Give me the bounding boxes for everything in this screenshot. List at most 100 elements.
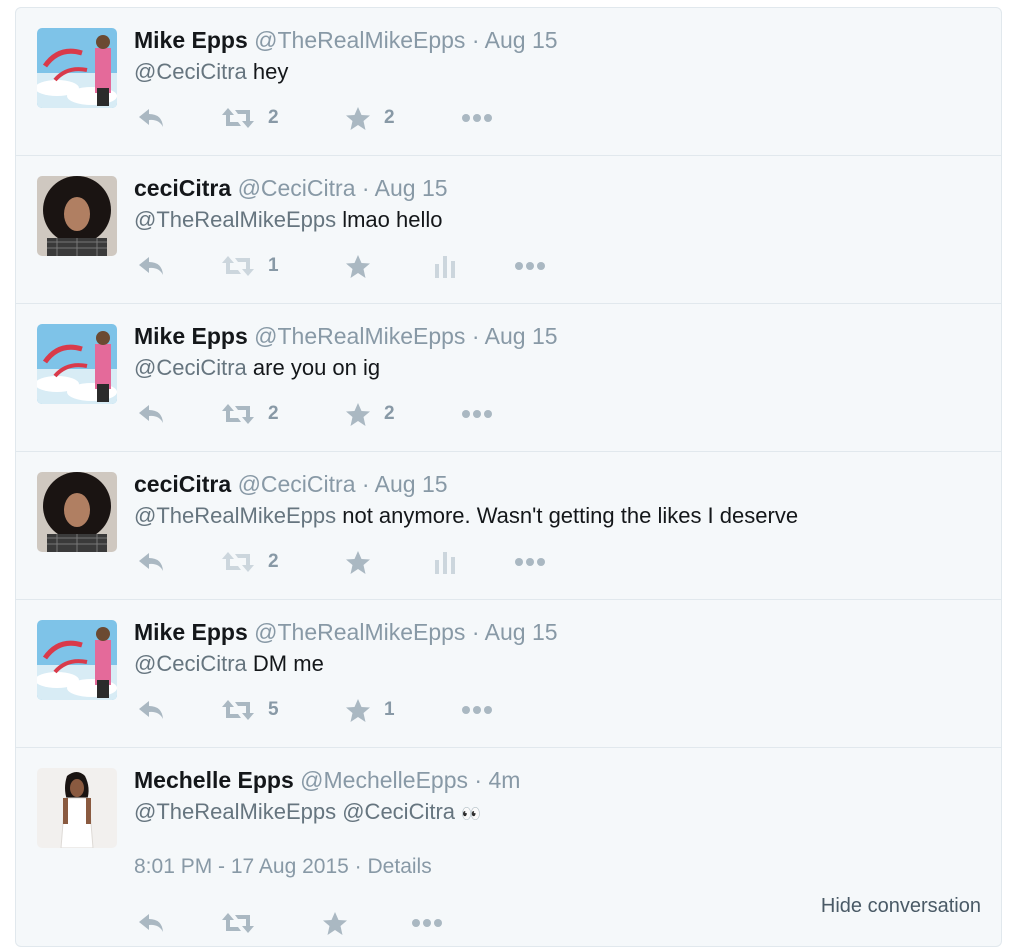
tweet-text: @TheRealMikeEpps not anymore. Wasn't get…: [134, 501, 981, 531]
mention-link[interactable]: @CeciCitra: [134, 59, 247, 84]
reply-button[interactable]: [137, 547, 165, 577]
reply-button[interactable]: [137, 908, 165, 938]
retweet-button[interactable]: 2: [221, 547, 279, 577]
reply-button[interactable]: [137, 103, 165, 133]
favorite-button[interactable]: [322, 908, 348, 938]
avatar[interactable]: [37, 324, 117, 404]
more-button[interactable]: [461, 695, 493, 725]
separator: ·: [361, 471, 370, 497]
hide-conversation-link[interactable]: Hide conversation: [821, 895, 981, 918]
more-button[interactable]: [461, 399, 493, 429]
reply-icon: [139, 553, 163, 571]
more-button[interactable]: [514, 251, 546, 281]
retweet-icon: [222, 913, 254, 933]
timestamp[interactable]: 4m: [488, 767, 520, 793]
tweet-actions: 2 2: [134, 399, 634, 429]
tweet-text: @CeciCitra hey: [134, 57, 981, 87]
display-name[interactable]: Mike Epps: [134, 619, 248, 645]
more-ellipsis-icon: [515, 558, 545, 566]
tweet[interactable]: Mike Epps @TheRealMikeEpps · Aug 15 @Cec…: [16, 600, 1001, 748]
retweet-button[interactable]: 1: [221, 251, 279, 281]
retweet-count: 2: [268, 551, 279, 572]
tweet-body: lmao hello: [342, 207, 443, 232]
retweet-icon: [222, 404, 254, 424]
tweet-actions: [134, 908, 634, 938]
focused-tweet[interactable]: Mechelle Epps @MechelleEpps · 4m @TheRea…: [16, 748, 1001, 948]
mention-link[interactable]: @CeciCitra: [342, 799, 455, 824]
retweet-button[interactable]: 2: [221, 103, 279, 133]
analytics-icon: [435, 256, 455, 278]
tweet[interactable]: Mike Epps @TheRealMikeEpps · Aug 15 @Cec…: [16, 304, 1001, 452]
conversation-timeline: Mike Epps @TheRealMikeEpps · Aug 15 @Cec…: [15, 7, 1002, 947]
favorite-button[interactable]: [345, 251, 371, 281]
display-name[interactable]: ceciCitra: [134, 471, 231, 497]
username[interactable]: @TheRealMikeEpps: [254, 323, 465, 349]
favorite-button[interactable]: 2: [345, 399, 395, 429]
reply-button[interactable]: [137, 251, 165, 281]
username[interactable]: @CeciCitra: [238, 471, 356, 497]
tweet-body: hey: [252, 59, 289, 84]
username[interactable]: @TheRealMikeEpps: [254, 27, 465, 53]
timestamp[interactable]: Aug 15: [375, 175, 448, 201]
display-name[interactable]: Mike Epps: [134, 323, 248, 349]
full-timestamp[interactable]: 8:01 PM - 17 Aug 2015: [134, 855, 349, 878]
more-button[interactable]: [514, 547, 546, 577]
reply-button[interactable]: [137, 695, 165, 725]
reply-button[interactable]: [137, 399, 165, 429]
timestamp[interactable]: Aug 15: [485, 27, 558, 53]
avatar[interactable]: [37, 28, 117, 108]
more-button[interactable]: [461, 103, 493, 133]
separator: ·: [354, 855, 362, 878]
more-ellipsis-icon: [462, 114, 492, 122]
retweet-count: 2: [268, 107, 279, 128]
timestamp[interactable]: Aug 15: [485, 619, 558, 645]
timestamp[interactable]: Aug 15: [485, 323, 558, 349]
avatar[interactable]: [37, 620, 117, 700]
retweet-count: 5: [268, 699, 279, 720]
mention-link[interactable]: @TheRealMikeEpps: [134, 503, 336, 528]
mention-link[interactable]: @TheRealMikeEpps: [134, 799, 336, 824]
favorite-count: 1: [384, 699, 395, 720]
retweet-button[interactable]: 2: [221, 399, 279, 429]
avatar[interactable]: [37, 472, 117, 552]
tweet[interactable]: ceciCitra @CeciCitra · Aug 15 @TheRealMi…: [16, 156, 1001, 304]
tweet[interactable]: Mike Epps @TheRealMikeEpps · Aug 15 @Cec…: [16, 8, 1001, 156]
analytics-button[interactable]: [434, 251, 456, 281]
mention-link[interactable]: @CeciCitra: [134, 355, 247, 380]
tweet-header: Mike Epps @TheRealMikeEpps · Aug 15: [134, 25, 981, 55]
analytics-button[interactable]: [434, 547, 456, 577]
details-link[interactable]: Details: [368, 855, 432, 878]
separator: ·: [361, 175, 370, 201]
retweet-button[interactable]: [221, 908, 255, 938]
retweet-button[interactable]: 5: [221, 695, 279, 725]
favorite-count: 2: [384, 107, 395, 128]
timestamp[interactable]: Aug 15: [375, 471, 448, 497]
tweet-text: @TheRealMikeEpps @CeciCitra 👀: [134, 797, 981, 830]
reply-icon: [139, 701, 163, 719]
avatar[interactable]: [37, 176, 117, 256]
favorite-star-icon: [346, 254, 370, 278]
favorite-count: 2: [384, 403, 395, 424]
display-name[interactable]: Mechelle Epps: [134, 767, 294, 793]
favorite-button[interactable]: 1: [345, 695, 395, 725]
separator: ·: [474, 767, 483, 793]
username[interactable]: @TheRealMikeEpps: [254, 619, 465, 645]
mention-link[interactable]: @TheRealMikeEpps: [134, 207, 336, 232]
tweet-actions: 2: [134, 547, 634, 577]
display-name[interactable]: ceciCitra: [134, 175, 231, 201]
mention-link[interactable]: @CeciCitra: [134, 651, 247, 676]
favorite-star-icon: [346, 106, 370, 130]
tweet-actions: 2 2: [134, 103, 634, 133]
favorite-star-icon: [346, 698, 370, 722]
username[interactable]: @CeciCitra: [238, 175, 356, 201]
tweet[interactable]: ceciCitra @CeciCitra · Aug 15 @TheRealMi…: [16, 452, 1001, 600]
tweet-header: Mike Epps @TheRealMikeEpps · Aug 15: [134, 321, 981, 351]
avatar[interactable]: [37, 768, 117, 848]
more-button[interactable]: [411, 908, 443, 938]
favorite-button[interactable]: 2: [345, 103, 395, 133]
favorite-button[interactable]: [345, 547, 371, 577]
display-name[interactable]: Mike Epps: [134, 27, 248, 53]
username[interactable]: @MechelleEpps: [300, 767, 468, 793]
tweet-actions: 1: [134, 251, 634, 281]
tweet-header: Mike Epps @TheRealMikeEpps · Aug 15: [134, 617, 981, 647]
